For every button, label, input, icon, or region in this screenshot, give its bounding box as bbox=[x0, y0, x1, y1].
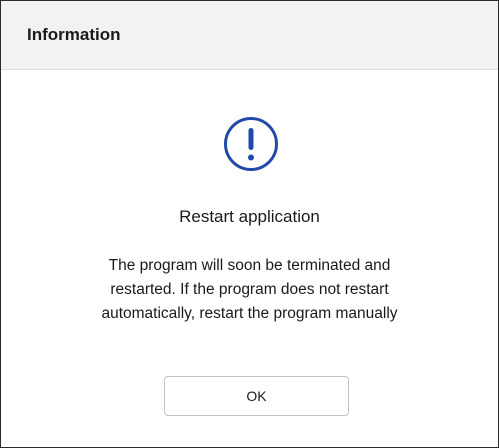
dialog-message: The program will soon be terminated and … bbox=[41, 254, 458, 326]
message-line: restarted. If the program does not resta… bbox=[110, 281, 389, 298]
information-dialog: Information Restart application The prog… bbox=[0, 0, 499, 448]
dialog-title: Information bbox=[27, 25, 121, 44]
exclamation-circle-icon bbox=[224, 117, 278, 171]
dialog-title-bar: Information bbox=[1, 1, 498, 70]
message-line: automatically, restart the program manua… bbox=[101, 305, 398, 322]
message-line: The program will soon be terminated and bbox=[108, 257, 391, 274]
ok-button[interactable]: OK bbox=[164, 376, 349, 416]
dialog-heading: Restart application bbox=[179, 207, 320, 226]
